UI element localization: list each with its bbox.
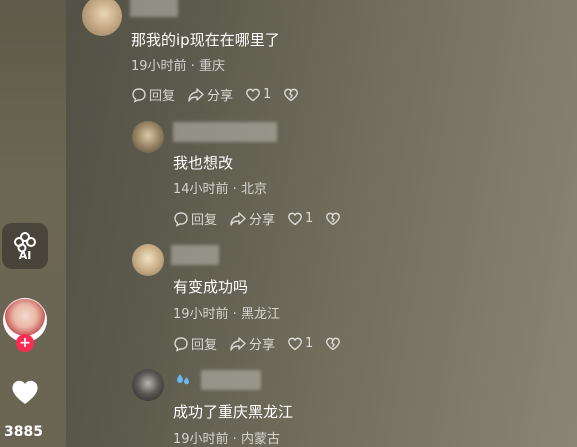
comment-text: 成功了重庆黑龙江 <box>173 403 294 421</box>
ai-button[interactable]: AI <box>2 223 48 269</box>
commenter-avatar[interactable] <box>82 0 122 36</box>
commenter-avatar[interactable] <box>132 121 164 153</box>
comment-actions: 回复 分享 1 <box>173 334 355 353</box>
share-button[interactable]: 分享 <box>187 85 233 104</box>
heart-outline-icon <box>288 337 302 351</box>
dislike-button[interactable] <box>325 336 343 351</box>
follow-button[interactable]: + <box>16 334 34 352</box>
share-label: 分享 <box>249 338 276 353</box>
like-count: 1 <box>305 336 314 351</box>
broken-heart-icon <box>284 88 299 102</box>
comment-meta: 14小时前 · 北京 <box>173 182 267 197</box>
like-button[interactable]: 1 <box>245 87 271 102</box>
like-count: 1 <box>263 87 272 102</box>
comment-text: 那我的ip现在在哪里了 <box>131 31 280 49</box>
share-label: 分享 <box>207 89 234 104</box>
comment-text: 我也想改 <box>173 154 234 172</box>
share-label: 分享 <box>249 213 276 228</box>
reply-icon <box>174 211 188 227</box>
ai-label: AI <box>18 248 32 262</box>
comment-actions: 回复 分享 1 <box>173 209 355 228</box>
heart-outline-icon <box>288 212 302 226</box>
comment-meta: 19小时前 · 内蒙古 <box>173 432 280 447</box>
like-count: 3885 <box>4 424 43 440</box>
broken-heart-icon <box>326 212 341 226</box>
comment-actions: 回复 分享 1 <box>131 85 313 104</box>
username-redacted <box>171 245 219 265</box>
dislike-button[interactable] <box>283 87 301 102</box>
broken-heart-icon <box>326 337 341 351</box>
reply-label: 回复 <box>191 338 218 353</box>
like-button[interactable]: 1 <box>287 336 313 351</box>
reply-icon <box>132 87 146 103</box>
username-redacted <box>130 0 178 17</box>
commenter-avatar[interactable] <box>132 244 164 276</box>
username-redacted <box>201 370 261 390</box>
comment-meta: 19小时前 · 黑龙江 <box>173 307 280 322</box>
comment-text: 有变成功吗 <box>173 278 249 296</box>
comment-meta: 19小时前 · 重庆 <box>131 59 225 74</box>
reply-icon <box>174 336 188 352</box>
reply-button[interactable]: 回复 <box>173 334 217 353</box>
share-button[interactable]: 分享 <box>229 209 275 228</box>
heart-icon[interactable] <box>10 378 40 406</box>
share-icon <box>188 87 204 102</box>
like-count: 1 <box>305 211 314 226</box>
share-icon <box>230 211 246 226</box>
username-redacted <box>173 122 277 142</box>
commenter-avatar[interactable] <box>132 369 164 401</box>
share-button[interactable]: 分享 <box>229 334 275 353</box>
like-button[interactable]: 1 <box>287 211 313 226</box>
reply-label: 回复 <box>149 89 176 104</box>
dislike-button[interactable] <box>325 211 343 226</box>
water-drops-icon <box>177 374 189 385</box>
reply-button[interactable]: 回复 <box>173 209 217 228</box>
reply-button[interactable]: 回复 <box>131 85 175 104</box>
share-icon <box>230 336 246 351</box>
heart-outline-icon <box>246 88 260 102</box>
reply-label: 回复 <box>191 213 218 228</box>
